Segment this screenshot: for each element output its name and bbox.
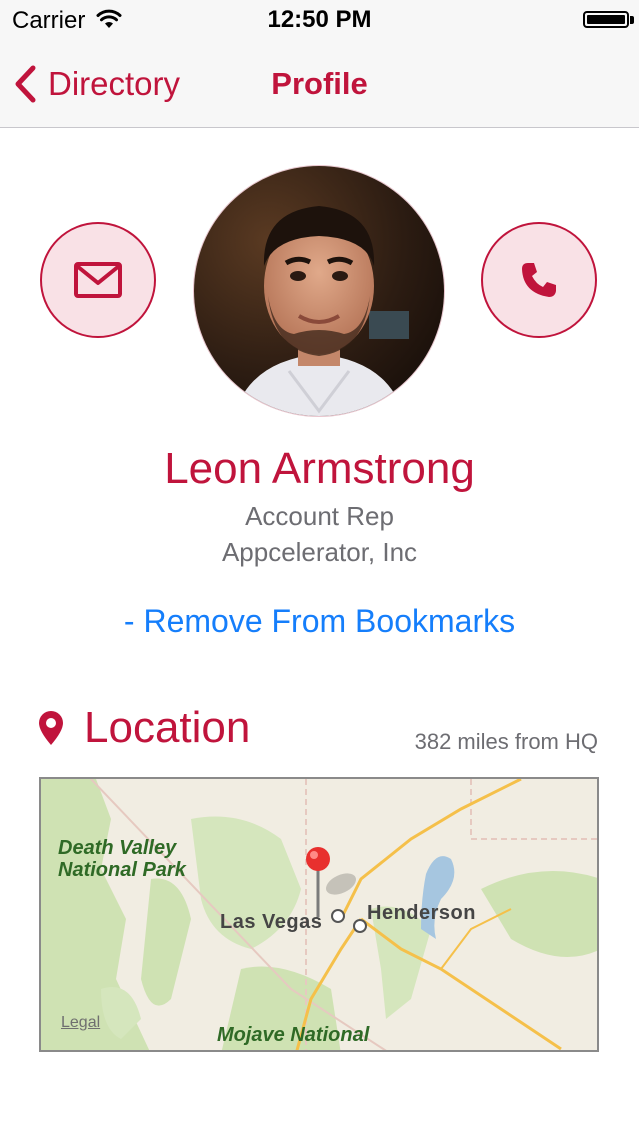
avatar bbox=[194, 166, 444, 416]
location-map[interactable]: Death Valley National Park Las Vegas Hen… bbox=[39, 777, 599, 1052]
map-label-las-vegas: Las Vegas bbox=[220, 911, 323, 933]
navigation-bar: Directory Profile bbox=[0, 40, 639, 128]
call-button[interactable] bbox=[481, 222, 597, 338]
battery-icon bbox=[583, 11, 629, 28]
contact-role: Account Rep bbox=[245, 501, 394, 531]
phone-icon bbox=[522, 263, 556, 297]
map-label-death-valley: Death Valley National Park bbox=[58, 837, 186, 881]
map-label-henderson: Henderson bbox=[367, 902, 476, 924]
status-bar: Carrier 12:50 PM bbox=[0, 0, 639, 40]
email-button[interactable] bbox=[40, 222, 156, 338]
contact-company: Appcelerator, Inc bbox=[221, 537, 418, 567]
location-heading: Location bbox=[84, 703, 251, 752]
remove-bookmark-button[interactable]: - Remove From Bookmarks bbox=[0, 603, 639, 640]
contact-name: Leon Armstrong bbox=[164, 444, 475, 493]
envelope-icon bbox=[74, 262, 122, 298]
battery-tip bbox=[630, 16, 634, 24]
page-title: Profile bbox=[271, 66, 368, 101]
distance-label: 382 miles from HQ bbox=[414, 729, 598, 754]
map-legal-link[interactable]: Legal bbox=[61, 1014, 100, 1032]
map-label-mojave: Mojave National bbox=[217, 1024, 370, 1046]
clock: 12:50 PM bbox=[267, 6, 372, 33]
map-pin-icon bbox=[39, 711, 63, 745]
